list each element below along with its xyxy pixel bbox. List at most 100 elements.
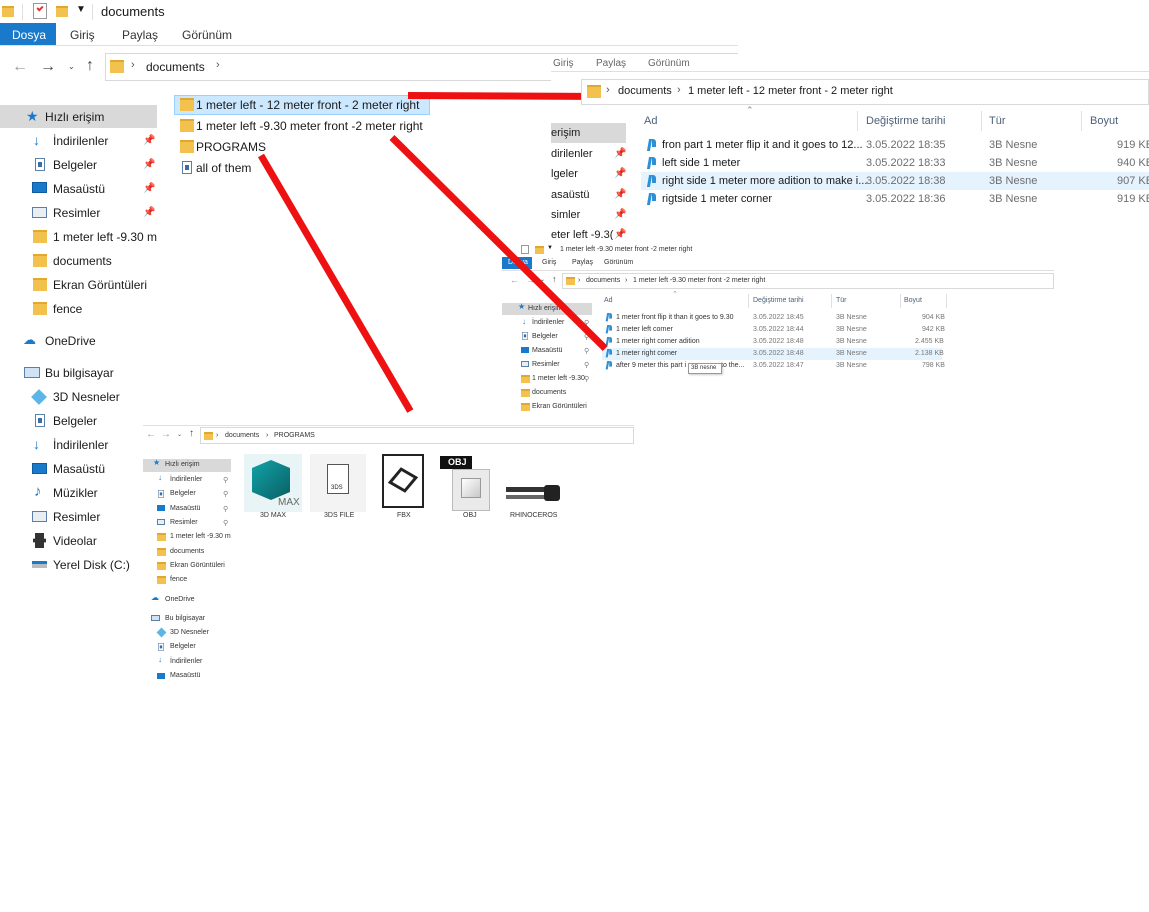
address-chevron-icon[interactable]: ›: [606, 84, 610, 96]
dropdown-icon[interactable]: ▼: [547, 245, 553, 251]
tab-giris[interactable]: Giriş: [70, 28, 95, 42]
table-row-name[interactable]: right side 1 meter more adition to make …: [662, 175, 867, 187]
pin-icon[interactable]: 📌: [614, 189, 626, 200]
column-header-size[interactable]: Boyut: [904, 297, 922, 304]
pin-icon[interactable]: 📌: [143, 135, 155, 146]
sidebar-item-screenshots[interactable]: Ekran Görüntüleri: [53, 278, 147, 292]
address-segment-documents[interactable]: documents: [225, 432, 259, 439]
sidebar-item-desktop[interactable]: Masaüstü: [532, 347, 562, 354]
program-label-3ds-file[interactable]: 3DS FILE: [324, 512, 354, 519]
sidebar-item-downloads-pc[interactable]: İndirilenler: [170, 658, 202, 665]
address-chevron-icon[interactable]: ›: [131, 59, 135, 71]
sidebar-item-desktop-pc[interactable]: Masaüstü: [170, 672, 200, 679]
tab-paylas[interactable]: Paylaş: [122, 28, 158, 42]
address-segment-documents[interactable]: documents: [146, 60, 205, 74]
fbx-file-icon[interactable]: [376, 454, 432, 512]
table-row-name[interactable]: 1 meter front flip it than it goes to 9.…: [616, 314, 734, 321]
address-segment-folder[interactable]: 1 meter left - 12 meter front - 2 meter …: [688, 85, 893, 97]
back-icon[interactable]: ←: [510, 275, 519, 285]
column-header-name[interactable]: Ad: [604, 297, 613, 304]
sidebar-item-downloads[interactable]: İndirilenler: [532, 319, 564, 326]
table-row-name[interactable]: fron part 1 meter flip it and it goes to…: [662, 139, 863, 151]
sidebar-item-pictures[interactable]: Resimler: [170, 519, 198, 526]
sidebar-item-documents[interactable]: Belgeler: [170, 490, 196, 497]
address-chevron-icon[interactable]: ›: [266, 432, 268, 439]
sidebar-item-onedrive[interactable]: OneDrive: [45, 334, 96, 348]
sidebar-item-downloads[interactable]: İndirilenler: [170, 476, 202, 483]
sidebar-item-pictures-pc[interactable]: Resimler: [53, 510, 100, 524]
tab-giris-partial[interactable]: Giriş: [553, 58, 574, 69]
recent-locations-icon[interactable]: ⌄: [177, 431, 182, 438]
pin-icon[interactable]: ⚲: [223, 490, 228, 498]
sidebar-item-desktop[interactable]: Masaüstü: [170, 505, 200, 512]
sidebar-item-quick-access[interactable]: Hızlı erişim: [45, 110, 104, 124]
sidebar-item-documents-folder[interactable]: documents: [532, 389, 566, 396]
sidebar-item-screenshots[interactable]: Ekran Görüntüleri: [170, 562, 225, 569]
3ds-max-logo-icon[interactable]: MAX: [244, 454, 302, 512]
pin-icon[interactable]: 📌: [614, 209, 626, 220]
sidebar-item-documents-pc[interactable]: Belgeler: [53, 414, 97, 428]
sidebar-item-local-disk[interactable]: Yerel Disk (C:): [53, 558, 130, 572]
column-header-type[interactable]: Tür: [989, 115, 1006, 127]
sidebar-item-screenshots[interactable]: Ekran Görüntüleri: [532, 403, 587, 410]
column-header-size[interactable]: Boyut: [1090, 115, 1118, 127]
table-row-name[interactable]: 1 meter right corner: [616, 350, 677, 357]
tab-gorunum[interactable]: Görünüm: [182, 28, 232, 42]
tab-giris[interactable]: Giriş: [542, 259, 556, 266]
program-label-fbx[interactable]: FBX: [397, 512, 411, 519]
tab-paylas[interactable]: Paylaş: [572, 259, 593, 266]
address-segment-documents[interactable]: documents: [586, 277, 620, 284]
address-segment-programs[interactable]: PROGRAMS: [274, 432, 315, 439]
recent-locations-icon[interactable]: ⌄: [68, 62, 75, 71]
sidebar-item-downloads-pc[interactable]: İndirilenler: [53, 438, 108, 452]
address-chevron-icon[interactable]: ›: [625, 277, 627, 284]
sidebar-item-onedrive[interactable]: OneDrive: [165, 596, 195, 603]
table-row-name[interactable]: left side 1 meter: [662, 157, 740, 169]
rhinoceros-logo-icon[interactable]: [504, 475, 562, 511]
sidebar-item-documents[interactable]: lgeler: [551, 168, 578, 180]
sidebar-item-quick-access[interactable]: Hızlı erişim: [165, 461, 200, 468]
3ds-file-icon[interactable]: 3DS: [310, 454, 366, 512]
pin-icon[interactable]: ⚲: [223, 476, 228, 484]
program-label-rhinoceros[interactable]: RHINOCEROS: [510, 512, 557, 519]
sidebar-item-pictures[interactable]: Resimler: [53, 206, 100, 220]
list-item[interactable]: all of them: [196, 161, 251, 175]
sidebar-item-pictures[interactable]: simler: [551, 209, 580, 221]
sidebar-item-documents[interactable]: Belgeler: [53, 158, 97, 172]
up-icon[interactable]: ↑: [189, 428, 194, 439]
sidebar-item-documents-folder[interactable]: documents: [53, 254, 112, 268]
pin-icon[interactable]: ⚲: [223, 505, 228, 513]
sidebar-item-fence[interactable]: fence: [170, 576, 187, 583]
sidebar-item-1-meter-left[interactable]: 1 meter left -9.30: [532, 375, 585, 382]
quick-access-toolbar-dropdown-icon[interactable]: ▼: [76, 4, 86, 15]
sidebar-item-fence[interactable]: fence: [53, 302, 82, 316]
sidebar-item-desktop[interactable]: asaüstü: [551, 189, 590, 201]
pin-icon[interactable]: 📌: [614, 168, 626, 179]
sidebar-item-music[interactable]: Müzikler: [53, 486, 98, 500]
pin-icon[interactable]: 📌: [614, 229, 626, 240]
sidebar-item-downloads[interactable]: dirilenler: [551, 148, 593, 160]
properties-icon[interactable]: [521, 245, 529, 254]
sidebar-item-1-meter-left[interactable]: 1 meter left -9.30 m: [170, 533, 231, 540]
address-segment-documents[interactable]: documents: [618, 85, 672, 97]
column-header-date[interactable]: Değiştirme tarihi: [753, 297, 804, 304]
column-header-name[interactable]: Ad: [644, 115, 657, 127]
sidebar-item-this-pc[interactable]: Bu bilgisayar: [45, 366, 114, 380]
address-chevron-icon[interactable]: ›: [578, 277, 580, 284]
sidebar-item-downloads[interactable]: İndirilenler: [53, 134, 108, 148]
sidebar-item-documents-folder[interactable]: documents: [170, 548, 204, 555]
pin-icon[interactable]: ⚲: [584, 375, 589, 383]
sidebar-item-videos[interactable]: Videolar: [53, 534, 97, 548]
column-header-date[interactable]: Değiştirme tarihi: [866, 115, 945, 127]
up-icon[interactable]: ↑: [86, 57, 94, 75]
pin-icon[interactable]: 📌: [143, 183, 155, 194]
sidebar-item-pictures[interactable]: Resimler: [532, 361, 560, 368]
sidebar-item-desktop-pc[interactable]: Masaüstü: [53, 462, 105, 476]
tab-paylas-partial[interactable]: Paylaş: [596, 58, 626, 69]
forward-icon[interactable]: →: [40, 58, 56, 76]
sidebar-item-1-meter-left[interactable]: 1 meter left -9.30 m: [53, 230, 157, 244]
program-label-obj[interactable]: OBJ: [463, 512, 477, 519]
table-row-name[interactable]: rigtside 1 meter corner: [662, 193, 772, 205]
list-item[interactable]: 1 meter left - 12 meter front - 2 meter …: [196, 98, 419, 112]
tab-gorunum-partial[interactable]: Görünüm: [648, 58, 690, 69]
